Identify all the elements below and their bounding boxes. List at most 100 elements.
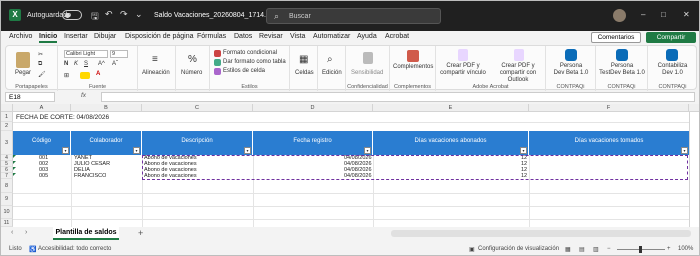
tab-automatizar[interactable]: Automatizar [313, 33, 350, 40]
error-indicator-icon[interactable] [13, 155, 16, 158]
borders-icon[interactable]: ⊞ [64, 72, 69, 79]
cell-styles-button[interactable]: Estilos de celda [223, 68, 265, 74]
column-header[interactable]: F [529, 104, 689, 112]
row-header[interactable]: 10 [1, 206, 13, 219]
column-header[interactable]: A [13, 104, 71, 112]
column-header[interactable]: E [373, 104, 529, 112]
row-header[interactable]: 8 [1, 179, 13, 193]
tab-insertar[interactable]: Insertar [64, 33, 88, 40]
alignment-label[interactable]: Alineación [142, 70, 170, 76]
paste-label[interactable]: Pegar [15, 70, 31, 76]
cell-colaborador[interactable]: FRANCISCO [74, 173, 106, 179]
number-label[interactable]: Número [181, 70, 202, 76]
font-size-box[interactable]: 9 [110, 50, 128, 58]
contabiliza-button[interactable]: Contabiliza Dev 1.0 [648, 63, 697, 77]
next-sheet-icon[interactable]: › [25, 229, 27, 236]
row-header[interactable]: 11 [1, 219, 13, 227]
bold-icon[interactable]: N [64, 61, 68, 67]
header-fecha-registro[interactable]: Fecha registro ▾ [253, 131, 373, 155]
tab-acrobat[interactable]: Acrobat [385, 33, 409, 40]
row-header[interactable]: 2 [1, 122, 13, 131]
formula-input[interactable] [101, 92, 695, 102]
prev-sheet-icon[interactable]: ‹ [11, 229, 13, 236]
persona-testdev-button[interactable]: Persona TestDev Beta 1.0 [596, 63, 648, 77]
error-indicator-icon[interactable] [13, 161, 16, 164]
row-header[interactable]: 1 [1, 112, 13, 122]
minimize-icon[interactable]: – [641, 10, 645, 19]
zoom-slider-thumb[interactable] [639, 246, 642, 253]
tab-disposicion[interactable]: Disposición de página [125, 33, 194, 40]
avatar[interactable] [613, 9, 626, 22]
autosave-toggle[interactable] [62, 10, 82, 20]
comments-button[interactable]: Comentarios [591, 32, 641, 43]
tab-ayuda[interactable]: Ayuda [357, 33, 377, 40]
undo-icon[interactable]: ↶ [105, 9, 113, 20]
header-dias-abonados[interactable]: Días vacaciones abonados ▾ [373, 131, 529, 155]
column-header[interactable]: B [71, 104, 142, 112]
header-dias-tomados[interactable]: Días vacaciones tomados ▾ [529, 131, 689, 155]
cell-codigo[interactable]: 005 [39, 173, 48, 179]
font-color-icon[interactable]: A [96, 71, 100, 77]
paste-icon[interactable] [16, 52, 30, 68]
row-header[interactable]: 9 [1, 193, 13, 206]
display-settings[interactable]: Configuración de visualización [478, 246, 559, 252]
tab-inicio[interactable]: Inicio [39, 33, 58, 43]
pdf-link-button[interactable]: Crear PDF y compartir vínculo [438, 63, 488, 77]
underline-icon[interactable]: S [84, 61, 88, 67]
worksheet-grid[interactable]: A B C D E F 1 2 3 4 5 6 7 8 9 10 11 FECH… [1, 104, 699, 227]
page-break-icon[interactable]: ▥ [593, 246, 599, 253]
tab-archivo[interactable]: Archivo [9, 33, 32, 40]
tab-dibujar[interactable]: Dibujar [94, 33, 116, 40]
close-icon[interactable]: ✕ [683, 10, 690, 19]
select-all-corner[interactable] [1, 104, 13, 112]
row-header[interactable]: 3 [1, 131, 13, 155]
zoom-level[interactable]: 100% [678, 246, 693, 252]
persona-dev-button[interactable]: Persona Dev Beta 1.0 [546, 63, 596, 77]
cells-icon[interactable]: ▦ [299, 54, 308, 65]
maximize-icon[interactable]: □ [661, 10, 666, 19]
filter-dropdown-icon[interactable]: ▾ [681, 147, 688, 154]
zoom-in-icon[interactable]: + [667, 246, 671, 252]
save-icon[interactable]: 🖫 [91, 9, 99, 25]
addins-button[interactable]: Complementos [393, 64, 433, 70]
fx-icon[interactable]: fx [81, 92, 86, 99]
shrink-font-icon[interactable]: Aˇ [112, 61, 118, 67]
add-sheet-icon[interactable]: + [138, 228, 143, 238]
filter-dropdown-icon[interactable]: ▾ [244, 147, 251, 154]
column-header[interactable]: C [142, 104, 253, 112]
cells-label[interactable]: Celdas [295, 70, 314, 76]
zoom-out-icon[interactable]: − [607, 246, 611, 252]
search-box[interactable]: ⌕ Buscar [266, 8, 441, 24]
editing-label[interactable]: Edición [322, 70, 342, 76]
italic-icon[interactable]: K [74, 61, 78, 67]
column-header[interactable]: D [253, 104, 373, 112]
alignment-icon[interactable]: ≡ [152, 54, 158, 65]
conditional-format-button[interactable]: Formato condicional [223, 50, 277, 56]
filter-dropdown-icon[interactable]: ▾ [133, 147, 140, 154]
search-icon[interactable]: ⌕ [327, 54, 333, 65]
redo-icon[interactable]: ↷ [120, 9, 128, 20]
grow-font-icon[interactable]: A^ [98, 61, 105, 67]
pdf-outlook-button[interactable]: Crear PDF y compartir con Outlook [490, 63, 546, 84]
more-icon[interactable]: ⌄ [135, 9, 143, 20]
page-layout-icon[interactable]: ▤ [579, 246, 585, 253]
error-indicator-icon[interactable] [13, 173, 16, 176]
accessibility-status[interactable]: Accesibilidad: todo correcto [38, 246, 111, 252]
header-descripcion[interactable]: Descripción ▾ [142, 131, 253, 155]
filter-dropdown-icon[interactable]: ▾ [364, 147, 371, 154]
header-colaborador[interactable]: Colaborador ▾ [71, 131, 142, 155]
tab-formulas[interactable]: Fórmulas [197, 33, 226, 40]
sensitivity-button[interactable]: Sensibilidad [351, 70, 383, 76]
tab-datos[interactable]: Datos [234, 33, 252, 40]
normal-view-icon[interactable]: ▦ [565, 246, 571, 253]
filter-dropdown-icon[interactable]: ▾ [520, 147, 527, 154]
error-indicator-icon[interactable] [13, 167, 16, 170]
horizontal-scrollbar[interactable] [391, 230, 691, 237]
tab-revisar[interactable]: Revisar [259, 33, 283, 40]
share-button[interactable]: Compartir [646, 32, 696, 43]
header-codigo[interactable]: Código ▾ [13, 131, 71, 155]
font-name-box[interactable]: Calibri Light [64, 50, 108, 58]
name-box[interactable]: E18 [5, 92, 55, 102]
number-format-icon[interactable]: % [188, 54, 197, 65]
filter-dropdown-icon[interactable]: ▾ [62, 147, 69, 154]
